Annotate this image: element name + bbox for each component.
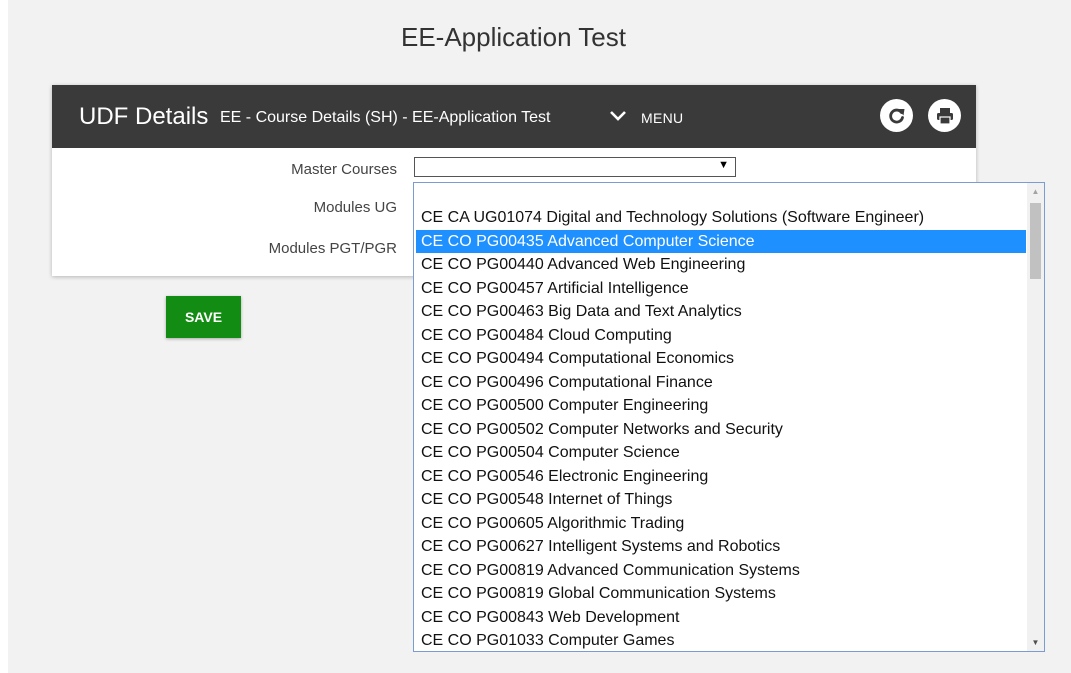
header-title: UDF Details xyxy=(79,103,209,130)
dropdown-option[interactable]: CE CO PG00463 Big Data and Text Analytic… xyxy=(416,300,1026,324)
print-icon xyxy=(936,107,953,125)
print-button[interactable] xyxy=(928,99,961,132)
dropdown-option[interactable]: CE CO PG00605 Algorithmic Trading xyxy=(416,512,1026,536)
page-title: EE-Application Test xyxy=(401,22,626,52)
dropdown-option[interactable]: CE CO PG00484 Cloud Computing xyxy=(416,324,1026,348)
dropdown-option[interactable]: CE CO PG00819 Advanced Communication Sys… xyxy=(416,559,1026,583)
scroll-down-icon[interactable]: ▼ xyxy=(1027,634,1044,651)
dropdown-option[interactable]: CE CO PG00494 Computational Economics xyxy=(416,347,1026,371)
dropdown-list: CE CA UG01074 Digital and Technology Sol… xyxy=(416,206,1026,651)
dropdown-scrollbar[interactable]: ▲ ▼ xyxy=(1027,183,1044,651)
dropdown-option[interactable]: CE CO PG00843 Web Development xyxy=(416,606,1026,630)
dropdown-option[interactable]: CE CO PG00627 Intelligent Systems and Ro… xyxy=(416,535,1026,559)
master-courses-label: Master Courses xyxy=(291,161,397,178)
dropdown-option[interactable]: CE CO PG01033 Computer Games xyxy=(416,629,1026,651)
scrollbar-thumb[interactable] xyxy=(1030,203,1041,279)
dropdown-option[interactable]: CE CO PG00546 Electronic Engineering xyxy=(416,465,1026,489)
dropdown-option[interactable]: CE CO PG00819 Global Communication Syste… xyxy=(416,582,1026,606)
menu-button[interactable]: MENU xyxy=(641,110,683,126)
dropdown-option[interactable]: CE CO PG00435 Advanced Computer Science xyxy=(416,229,1026,253)
dropdown-option[interactable]: CE CO PG00502 Computer Networks and Secu… xyxy=(416,418,1026,442)
modules-pgt-label: Modules PGT/PGR xyxy=(268,240,397,257)
dropdown-option[interactable]: CE CO PG00457 Artificial Intelligence xyxy=(416,277,1026,301)
dropdown-option[interactable]: CE CO PG00500 Computer Engineering xyxy=(416,394,1026,418)
panel-header: UDF Details EE - Course Details (SH) - E… xyxy=(52,85,976,148)
dropdown-option[interactable]: CE CO PG00496 Computational Finance xyxy=(416,371,1026,395)
modules-ug-label: Modules UG xyxy=(313,199,397,216)
dropdown-option[interactable]: CE CA UG01074 Digital and Technology Sol… xyxy=(416,206,1026,230)
dropdown-arrow-icon: ▼ xyxy=(718,159,729,171)
header-subtitle: EE - Course Details (SH) - EE-Applicatio… xyxy=(220,109,551,126)
refresh-button[interactable] xyxy=(880,99,913,132)
master-courses-select[interactable]: ▼ xyxy=(414,157,736,177)
dropdown-option[interactable]: CE CO PG00548 Internet of Things xyxy=(416,488,1026,512)
save-button[interactable]: SAVE xyxy=(166,296,241,338)
scroll-up-icon[interactable]: ▲ xyxy=(1027,183,1044,200)
dropdown-option[interactable]: CE CO PG00440 Advanced Web Engineering xyxy=(416,253,1026,277)
master-courses-dropdown[interactable]: CE CA UG01074 Digital and Technology Sol… xyxy=(413,182,1045,652)
dropdown-option[interactable]: CE CO PG00504 Computer Science xyxy=(416,441,1026,465)
chevron-down-icon[interactable] xyxy=(609,109,627,123)
refresh-icon xyxy=(888,108,904,123)
